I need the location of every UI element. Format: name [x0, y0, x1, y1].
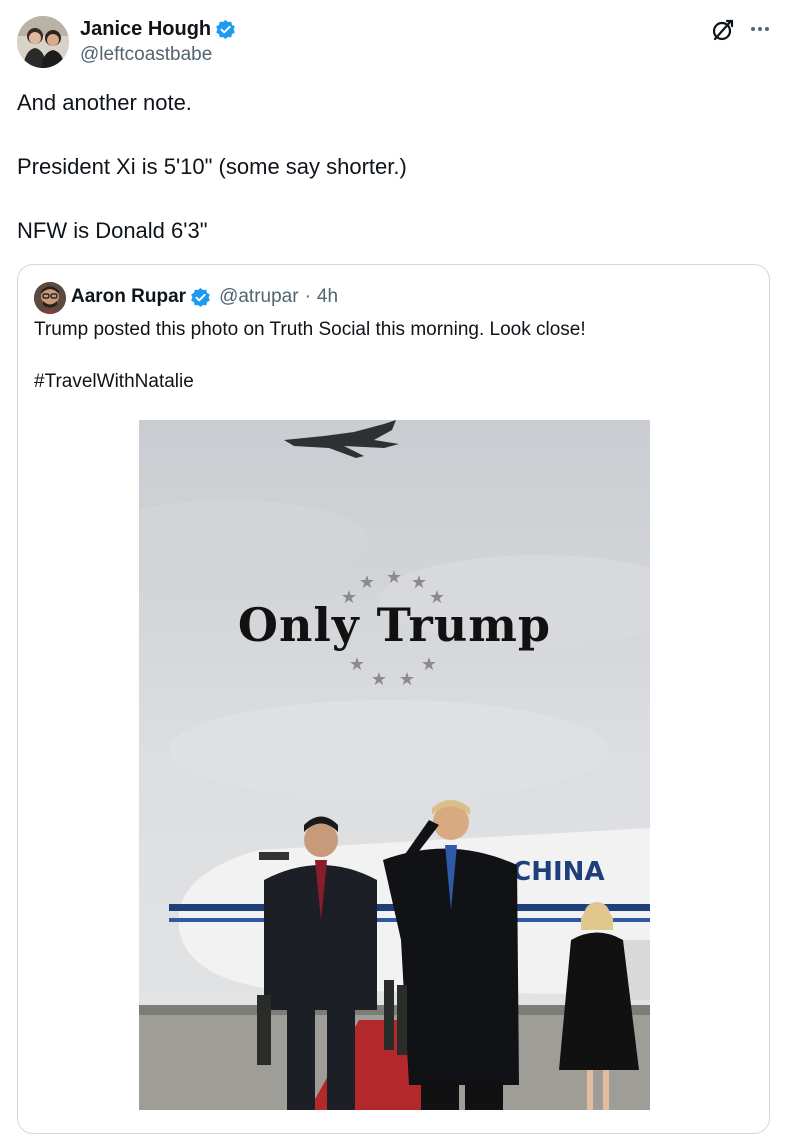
svg-text:★: ★ — [386, 567, 402, 588]
author-avatar[interactable] — [17, 16, 69, 68]
svg-text:★: ★ — [371, 669, 387, 690]
post-text: And another note. President Xi is 5'10" … — [17, 90, 757, 282]
author-name-row[interactable]: Janice Hough — [80, 16, 236, 42]
svg-text:★: ★ — [421, 654, 437, 675]
quote-body: Trump posted this photo on Truth Social … — [34, 319, 586, 340]
hashtag-link[interactable]: #TravelWithNatalie — [34, 371, 194, 392]
avatar-photo — [17, 16, 69, 68]
svg-text:★: ★ — [399, 669, 415, 690]
quote-media-image[interactable]: ★ ★ ★ ★ ★ ★ ★ ★ ★ IR CHINA Only Trump — [139, 420, 650, 1110]
grok-icon[interactable] — [710, 17, 736, 43]
quote-header: Aaron Rupar @atrupar · 4h — [71, 284, 338, 310]
media-photo: ★ ★ ★ ★ ★ ★ ★ ★ ★ IR CHINA — [139, 420, 650, 1110]
svg-text:★: ★ — [349, 654, 365, 675]
more-icon[interactable] — [748, 17, 772, 41]
quote-text: Trump posted this photo on Truth Social … — [34, 317, 754, 421]
post-line: And another note. — [17, 90, 192, 115]
quote-author-handle[interactable]: @atrupar — [219, 284, 299, 310]
quote-author-avatar — [34, 282, 66, 314]
author-handle[interactable]: @leftcoastbabe — [80, 43, 212, 67]
verified-badge-icon — [216, 19, 235, 39]
author-name[interactable]: Janice Hough — [80, 16, 211, 42]
svg-text:★: ★ — [411, 572, 427, 593]
quote-author-name[interactable]: Aaron Rupar — [71, 284, 186, 310]
post-line: President Xi is 5'10" (some say shorter.… — [17, 154, 407, 179]
svg-text:★: ★ — [359, 572, 375, 593]
verified-badge-icon — [191, 287, 210, 307]
quoted-post[interactable]: Aaron Rupar @atrupar · 4h Trump posted t… — [17, 264, 770, 1134]
post-line: NFW is Donald 6'3" — [17, 218, 208, 243]
quote-avatar-photo — [34, 282, 66, 314]
quote-timestamp[interactable]: 4h — [317, 284, 338, 310]
only-trump-logo: Only Trump — [237, 598, 552, 652]
meta-separator: · — [304, 286, 311, 307]
